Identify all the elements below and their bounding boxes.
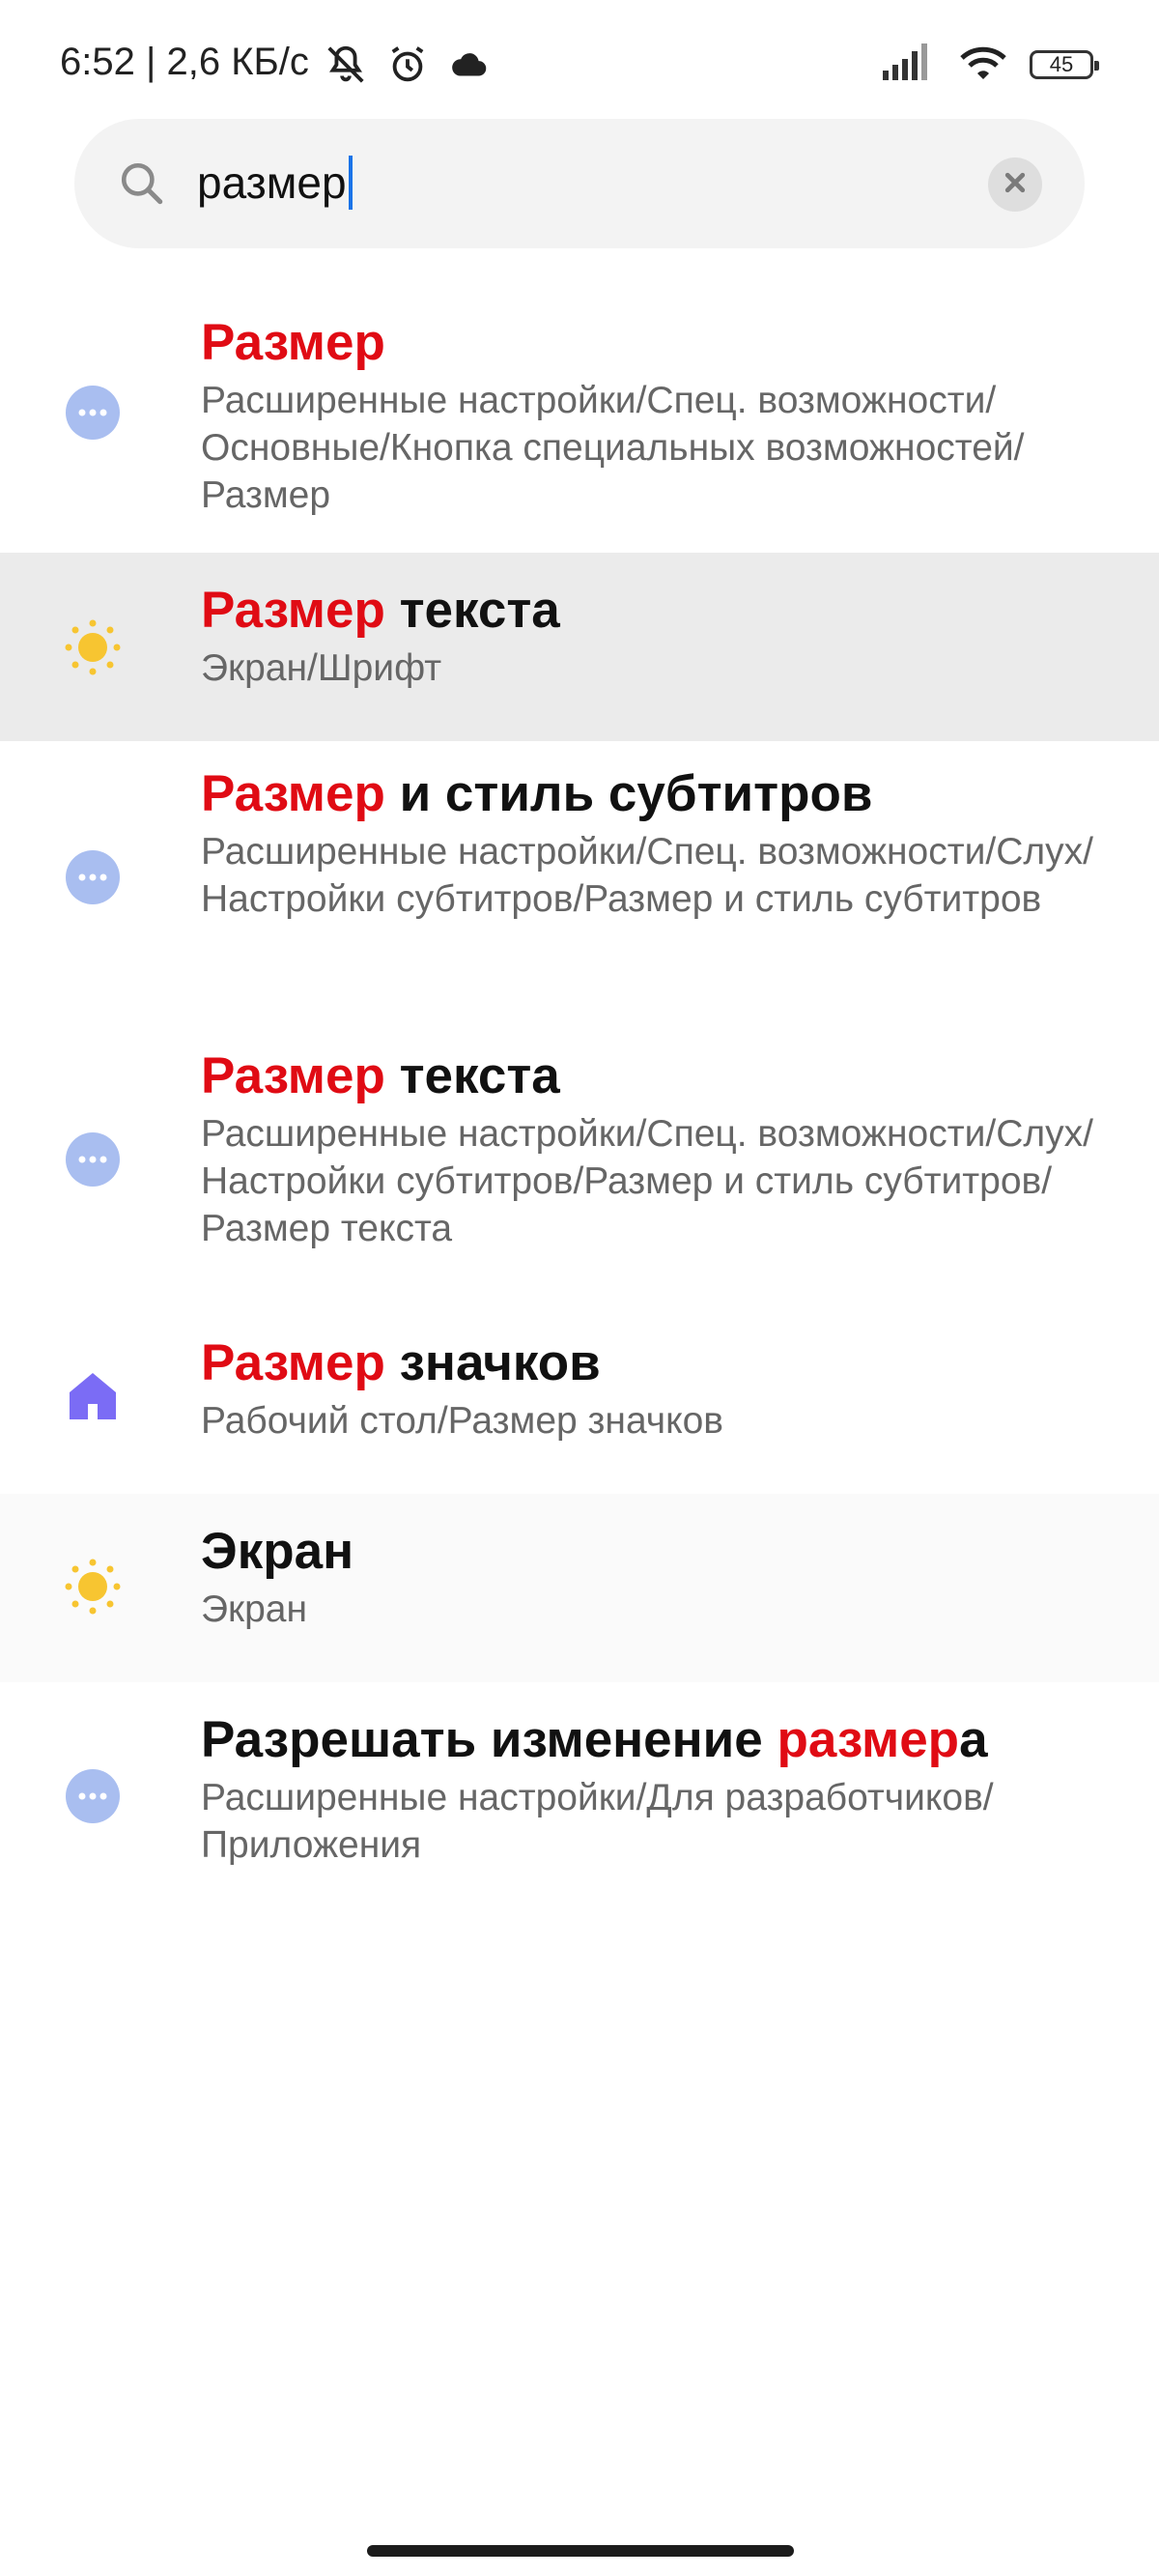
mute-bell-icon [324, 43, 368, 92]
result-path: Экран/Шрифт [201, 647, 442, 689]
result-title: Размер текста [201, 1047, 560, 1104]
signal-icon [883, 43, 937, 85]
result-path: Расширенные настройки/Спец. возможности/… [201, 1113, 1093, 1249]
search-bar[interactable]: размер [74, 119, 1085, 248]
home-icon [62, 1365, 124, 1427]
list-item[interactable]: Размер текста Расширенные настройки/Спец… [0, 1023, 1159, 1305]
search-results-list: Размер Расширенные настройки/Спец. возмо… [0, 280, 1159, 1904]
result-title: Размер [201, 314, 385, 371]
clear-search-button[interactable] [988, 157, 1042, 212]
list-item[interactable]: Размер Расширенные настройки/Спец. возмо… [0, 280, 1159, 553]
text-caret [348, 156, 353, 210]
result-path: Рабочий стол/Размер значков [201, 1400, 724, 1442]
sun-icon [62, 616, 124, 678]
more-dots-icon [62, 382, 124, 444]
close-icon [1003, 170, 1028, 200]
cloud-icon [447, 43, 492, 92]
result-title: Размер значков [201, 1334, 601, 1391]
list-item[interactable]: Размер значков Рабочий стол/Размер значк… [0, 1305, 1159, 1494]
wifi-icon [958, 43, 1008, 86]
search-query: размер [197, 157, 347, 208]
result-path: Расширенные настройки/Спец. возможности/… [201, 380, 1025, 516]
more-dots-icon [62, 1129, 124, 1190]
list-item[interactable]: Разрешать изменение размера Расширенные … [0, 1682, 1159, 1904]
status-time-speed: 6:52 | 2,6 КБ/с [60, 41, 309, 83]
result-title: Разрешать изменение размера [201, 1711, 988, 1768]
more-dots-icon [62, 846, 124, 908]
battery-icon: 45 [1030, 49, 1099, 79]
result-title: Экран [201, 1523, 354, 1580]
search-input[interactable]: размер [197, 151, 873, 215]
status-bar: 6:52 | 2,6 КБ/с 45 [0, 0, 1159, 130]
result-path: Расширенные настройки/Спец. возможности/… [201, 831, 1093, 920]
list-item[interactable]: Размер текста Экран/Шрифт [0, 553, 1159, 741]
result-path: Расширенные настройки/Для разработчиков/… [201, 1777, 994, 1866]
search-icon [118, 159, 166, 208]
result-title: Размер текста [201, 582, 560, 639]
alarm-icon [385, 43, 430, 92]
result-path: Экран [201, 1589, 308, 1630]
result-title: Размер и стиль субтитров [201, 765, 873, 822]
list-item[interactable]: Размер и стиль субтитров Расширенные нас… [0, 741, 1159, 1023]
home-indicator[interactable] [367, 2545, 794, 2557]
sun-icon [62, 1556, 124, 1617]
more-dots-icon [62, 1765, 124, 1827]
list-item[interactable]: Экран Экран [0, 1494, 1159, 1682]
